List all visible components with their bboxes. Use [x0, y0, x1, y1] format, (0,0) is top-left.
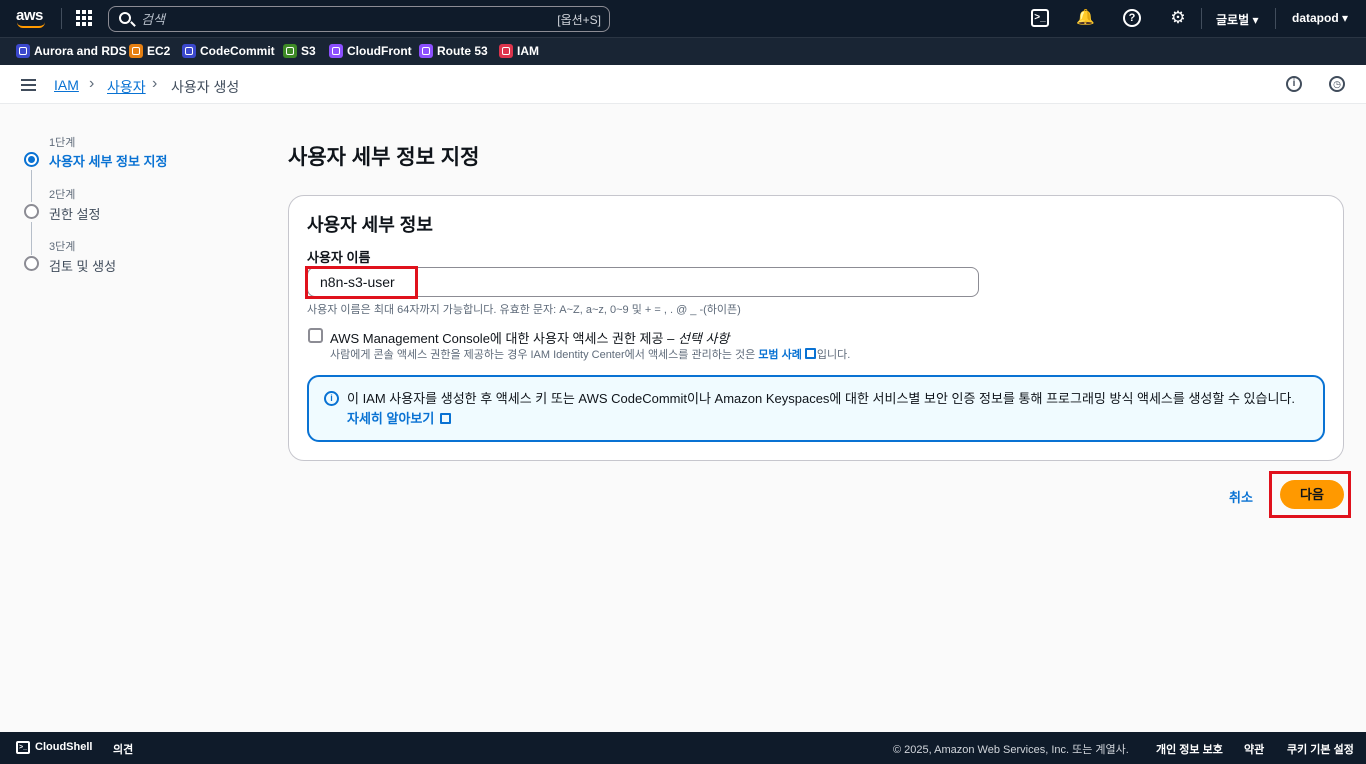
favorites-bar: Aurora and RDS EC2 CodeCommit S3 CloudFr… — [0, 37, 1366, 65]
favorite-label: IAM — [517, 44, 539, 58]
terms-link[interactable]: 약관 — [1244, 741, 1264, 757]
cloudshell-icon[interactable]: >_ — [16, 741, 30, 754]
step-1-title[interactable]: 사용자 세부 정보 지정 — [49, 151, 167, 170]
alert-text: 이 IAM 사용자를 생성한 후 액세스 키 또는 AWS CodeCommit… — [347, 389, 1307, 429]
chevron-right-icon: › — [152, 75, 158, 92]
services-grid-icon[interactable] — [76, 10, 92, 26]
divider — [61, 8, 62, 29]
external-link-icon — [804, 348, 816, 359]
favorite-label: S3 — [301, 44, 316, 58]
console-access-text: AWS Management Console에 대한 사용자 액세스 권한 제공… — [330, 331, 678, 346]
external-link-icon — [440, 413, 452, 424]
favorite-ec2[interactable]: EC2 — [129, 44, 170, 58]
caret-down-icon: ▾ — [1252, 13, 1259, 27]
step-connector — [31, 170, 32, 202]
description-end: 입니다. — [816, 349, 851, 361]
username-hint: 사용자 이름은 최대 64자까지 가능합니다. 유효한 문자: A~Z, a~z… — [307, 304, 741, 316]
step-3-label: 3단계 — [49, 241, 76, 253]
step-2-title: 권한 설정 — [49, 207, 101, 222]
aurora-rds-icon — [16, 44, 30, 58]
username-label: 사용자 이름 — [307, 250, 371, 265]
favorite-label: CodeCommit — [200, 44, 275, 58]
bell-icon[interactable]: 🔔 — [1076, 9, 1095, 27]
favorite-label: Aurora and RDS — [34, 44, 127, 58]
user-details-panel: 사용자 세부 정보 사용자 이름 사용자 이름은 최대 64자까지 가능합니다.… — [288, 195, 1344, 461]
breadcrumb-iam[interactable]: IAM — [54, 77, 79, 93]
breadcrumb-create-user: 사용자 생성 — [171, 79, 240, 95]
breadcrumb-bar: IAM › 사용자 › 사용자 생성 i ◷ — [0, 65, 1366, 104]
favorite-label: Route 53 — [437, 44, 488, 58]
privacy-link[interactable]: 개인 정보 보호 — [1156, 741, 1223, 757]
favorite-aurora-rds[interactable]: Aurora and RDS — [16, 44, 127, 58]
footer: >_ CloudShell 의견 © 2025, Amazon Web Serv… — [0, 732, 1366, 764]
username-highlight — [305, 266, 418, 299]
region-selector[interactable]: 글로벌 ▾ — [1216, 11, 1259, 28]
search-shortcut: [옵션+S] — [557, 13, 601, 27]
account-label: datapod — [1292, 11, 1339, 25]
divider — [1275, 8, 1276, 29]
panel-title: 사용자 세부 정보 — [307, 215, 433, 235]
gear-icon[interactable]: ⚙ — [1169, 9, 1187, 27]
clock-icon[interactable]: ◷ — [1329, 76, 1345, 92]
cookie-preferences-link[interactable]: 쿠키 기본 설정 — [1287, 741, 1354, 757]
region-label: 글로벌 — [1216, 13, 1250, 27]
description-text: 사람에게 콘솔 액세스 권한을 제공하는 경우 IAM Identity Cen… — [330, 349, 759, 361]
s3-icon — [283, 44, 297, 58]
step-1-indicator — [24, 152, 39, 167]
console-access-checkbox[interactable] — [308, 328, 323, 343]
copyright-text: © 2025, Amazon Web Services, Inc. 또는 계열사… — [893, 744, 1129, 756]
step-1-label: 1단계 — [49, 137, 76, 149]
aws-smile-icon — [17, 22, 45, 28]
console-access-description: 사람에게 콘솔 액세스 권한을 제공하는 경우 IAM Identity Cen… — [330, 346, 850, 362]
learn-more-link[interactable]: 자세히 알아보기 — [347, 411, 434, 426]
optional-text: 선택 사항 — [677, 331, 730, 346]
info-alert: i 이 IAM 사용자를 생성한 후 액세스 키 또는 AWS CodeComm… — [307, 375, 1325, 442]
search-bar[interactable]: [옵션+S] — [108, 6, 610, 32]
step-3-indicator — [24, 256, 39, 271]
chevron-right-icon: › — [89, 75, 95, 92]
info-icon: i — [324, 391, 339, 406]
help-icon[interactable]: ? — [1123, 9, 1141, 27]
step-3-title: 검토 및 생성 — [49, 259, 117, 274]
favorite-codecommit[interactable]: CodeCommit — [182, 44, 275, 58]
cloudshell-link[interactable]: CloudShell — [35, 741, 92, 753]
search-icon — [119, 12, 131, 24]
favorite-label: CloudFront — [347, 44, 412, 58]
codecommit-icon — [182, 44, 196, 58]
account-menu[interactable]: datapod ▾ — [1292, 11, 1348, 25]
feedback-link[interactable]: 의견 — [113, 741, 133, 757]
step-2-indicator — [24, 204, 39, 219]
cloudshell-icon[interactable]: >_ — [1031, 9, 1049, 27]
caret-down-icon: ▾ — [1342, 11, 1349, 25]
next-button[interactable]: 다음 — [1280, 480, 1344, 509]
search-input[interactable] — [141, 9, 541, 29]
step-connector — [31, 222, 32, 255]
alert-message: 이 IAM 사용자를 생성한 후 액세스 키 또는 AWS CodeCommit… — [347, 391, 1295, 406]
divider — [1201, 8, 1202, 29]
hamburger-menu-icon[interactable] — [21, 79, 36, 91]
ec2-icon — [129, 44, 143, 58]
cancel-button[interactable]: 취소 — [1229, 487, 1253, 506]
console-access-label[interactable]: AWS Management Console에 대한 사용자 액세스 권한 제공… — [330, 328, 729, 347]
breadcrumb-users[interactable]: 사용자 — [107, 77, 146, 97]
route53-icon — [419, 44, 433, 58]
favorite-cloudfront[interactable]: CloudFront — [329, 44, 412, 58]
top-navigation: aws [옵션+S] >_ 🔔 ? ⚙ 글로벌 ▾ datapod ▾ — [0, 0, 1366, 37]
favorite-label: EC2 — [147, 44, 171, 58]
best-practice-link[interactable]: 모범 사례 — [758, 349, 802, 361]
cloudfront-icon — [329, 44, 343, 58]
aws-logo[interactable]: aws — [16, 7, 48, 29]
favorite-route53[interactable]: Route 53 — [419, 44, 488, 58]
page-title: 사용자 세부 정보 지정 — [288, 146, 480, 169]
favorite-s3[interactable]: S3 — [283, 44, 316, 58]
favorite-iam[interactable]: IAM — [499, 44, 539, 58]
iam-icon — [499, 44, 513, 58]
info-icon[interactable]: i — [1286, 76, 1302, 92]
step-2-label: 2단계 — [49, 189, 76, 201]
